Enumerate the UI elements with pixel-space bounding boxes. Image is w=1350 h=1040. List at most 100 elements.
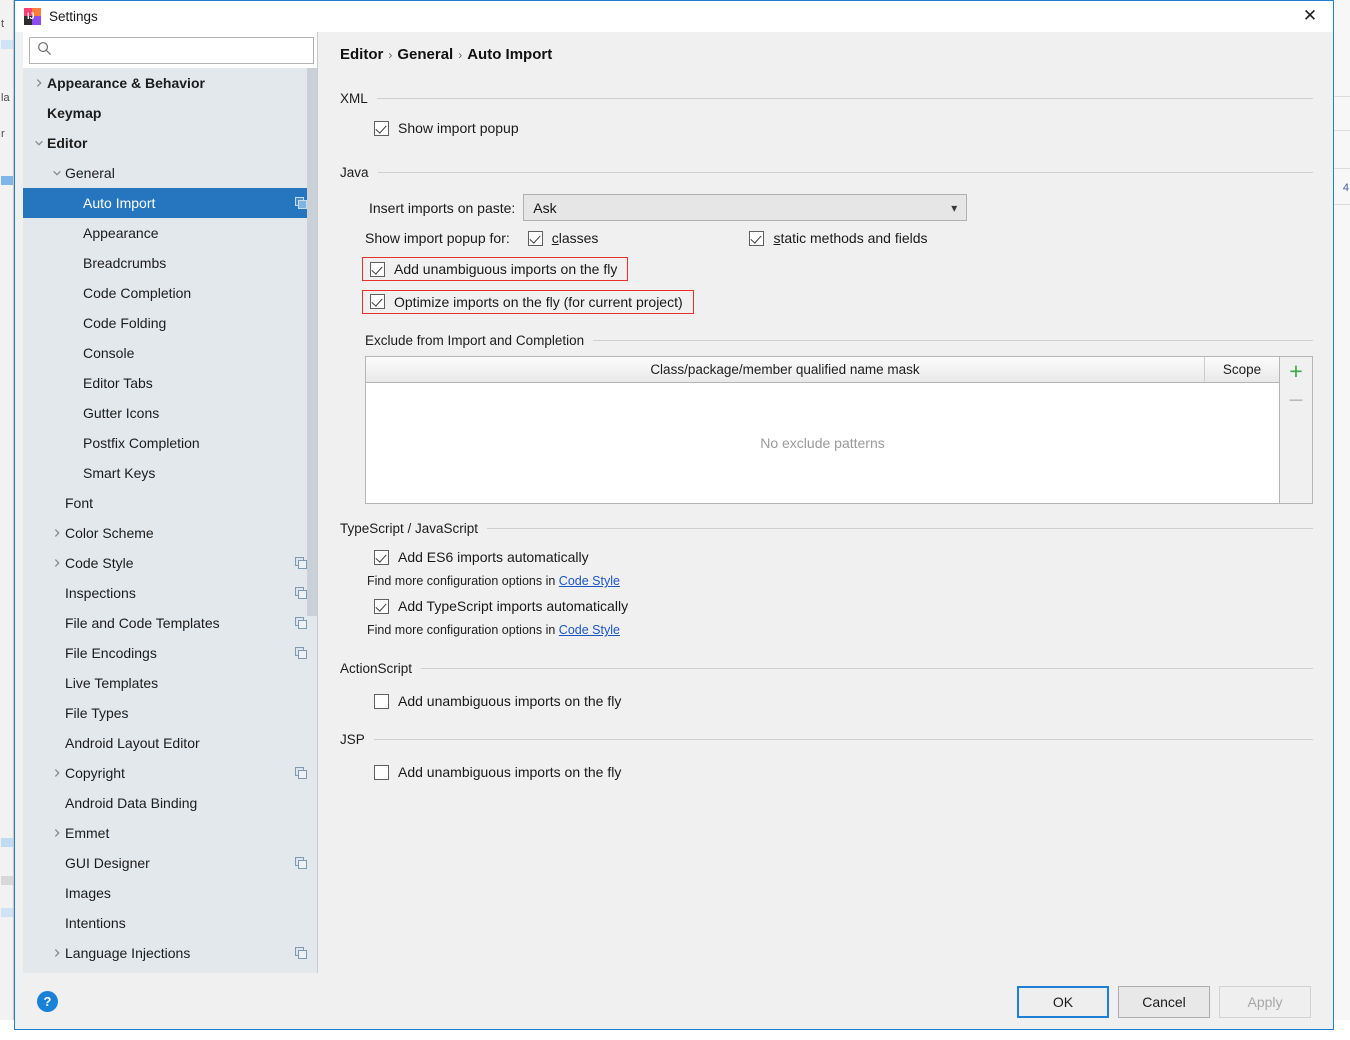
- add-exclude-pattern-button[interactable]: +: [1289, 361, 1302, 381]
- sidebar-item-label: Editor Tabs: [83, 375, 308, 391]
- checkbox-add-ts[interactable]: [374, 599, 389, 614]
- checkbox-label-java-optimize-imports: Optimize imports on the fly (for current…: [394, 294, 683, 310]
- checkbox-xml-show-import-popup[interactable]: [374, 121, 389, 136]
- checkbox-row-java-add-unambiguous[interactable]: Add unambiguous imports on the fly: [362, 257, 628, 281]
- checkbox-row-actionscript-add-unambiguous[interactable]: Add unambiguous imports on the fly: [374, 693, 1313, 709]
- checkbox-java-optimize-imports[interactable]: [370, 294, 385, 309]
- sidebar-item-code-completion[interactable]: Code Completion: [23, 278, 318, 308]
- sidebar-item-language-injections[interactable]: Language Injections: [23, 938, 318, 968]
- checkbox-java-static-methods[interactable]: [749, 231, 764, 246]
- highlight-wrapper-add-unambiguous: Add unambiguous imports on the fly: [362, 257, 1313, 282]
- exclude-table-grid: Class/package/member qualified name mask…: [366, 357, 1279, 503]
- sidebar-item-file-types[interactable]: File Types: [23, 698, 318, 728]
- sidebar-item-color-scheme[interactable]: Color Scheme: [23, 518, 318, 548]
- code-style-link-es6[interactable]: Code Style: [559, 574, 620, 588]
- sidebar-item-code-folding[interactable]: Code Folding: [23, 308, 318, 338]
- sidebar-item-android-data-binding[interactable]: Android Data Binding: [23, 788, 318, 818]
- breadcrumb-part-2[interactable]: Auto Import: [467, 46, 552, 63]
- breadcrumb: Editor › General › Auto Import: [340, 32, 1313, 69]
- column-header-mask[interactable]: Class/package/member qualified name mask: [366, 357, 1205, 382]
- checkbox-row-add-ts[interactable]: Add TypeScript imports automatically: [374, 598, 1313, 614]
- sidebar-item-general[interactable]: General: [23, 158, 318, 188]
- checkbox-row-xml-show-import-popup[interactable]: Show import popup: [374, 120, 1313, 136]
- checkbox-add-es6[interactable]: [374, 550, 389, 565]
- sidebar-item-console[interactable]: Console: [23, 338, 318, 368]
- chevron-right-icon[interactable]: [31, 78, 47, 88]
- chevron-down-icon[interactable]: [49, 168, 65, 178]
- section-title-exclude: Exclude from Import and Completion: [365, 333, 584, 348]
- checkbox-label-java-add-unambiguous: Add unambiguous imports on the fly: [394, 261, 617, 277]
- exclude-table[interactable]: Class/package/member qualified name mask…: [365, 356, 1313, 504]
- backdrop-left-text-2: r: [1, 128, 14, 140]
- checkbox-java-add-unambiguous[interactable]: [370, 262, 385, 277]
- checkbox-actionscript-add-unambiguous[interactable]: [374, 694, 389, 709]
- checkbox-row-jsp-add-unambiguous[interactable]: Add unambiguous imports on the fly: [374, 764, 1313, 780]
- remove-exclude-pattern-button[interactable]: –: [1290, 391, 1303, 405]
- sidebar-item-file-and-code-templates[interactable]: File and Code Templates: [23, 608, 318, 638]
- section-header-typescript: TypeScript / JavaScript: [340, 521, 1313, 536]
- chevron-right-icon[interactable]: [49, 528, 65, 538]
- backdrop-left-text-1: la: [1, 92, 14, 104]
- sidebar-item-editor-tabs[interactable]: Editor Tabs: [23, 368, 318, 398]
- ok-button[interactable]: OK: [1017, 986, 1109, 1018]
- checkbox-label-java-static-methods-rest: tatic methods and fields: [780, 230, 927, 246]
- backdrop-right-row-0: [1332, 96, 1350, 97]
- breadcrumb-part-0[interactable]: Editor: [340, 46, 383, 63]
- sidebar-item-font[interactable]: Font: [23, 488, 318, 518]
- sidebar-item-label: Code Style: [65, 555, 295, 571]
- search-input[interactable]: [58, 42, 298, 59]
- hint-es6-text: Find more configuration options in: [367, 574, 555, 588]
- chevron-right-icon[interactable]: [49, 828, 65, 838]
- sidebar-item-label: GUI Designer: [65, 855, 295, 871]
- sidebar-item-file-encodings[interactable]: File Encodings: [23, 638, 318, 668]
- checkbox-label-jsp-add-unambiguous: Add unambiguous imports on the fly: [398, 764, 621, 780]
- sidebar-item-gui-designer[interactable]: GUI Designer: [23, 848, 318, 878]
- sidebar-item-label: Breadcrumbs: [83, 255, 308, 271]
- dialog-body: Appearance & Behavior Keymap Editor General…: [15, 32, 1333, 973]
- sidebar-item-smart-keys[interactable]: Smart Keys: [23, 458, 318, 488]
- sidebar-item-appearance-behavior[interactable]: Appearance & Behavior: [23, 68, 318, 98]
- checkbox-row-java-optimize-imports[interactable]: Optimize imports on the fly (for current…: [362, 290, 694, 314]
- sidebar-item-label: Editor: [47, 135, 308, 151]
- sidebar-item-label: Appearance & Behavior: [47, 75, 308, 91]
- intellij-idea-icon: IJ: [24, 8, 41, 25]
- insert-imports-dropdown[interactable]: Ask ▾: [523, 194, 967, 221]
- section-header-jsp: JSP: [340, 732, 1313, 747]
- checkbox-row-add-es6[interactable]: Add ES6 imports automatically: [374, 549, 1313, 565]
- chevron-right-icon[interactable]: [49, 768, 65, 778]
- cancel-button[interactable]: Cancel: [1118, 986, 1210, 1018]
- search-box[interactable]: [29, 37, 314, 64]
- chevron-right-icon[interactable]: [49, 558, 65, 568]
- sidebar-item-gutter-icons[interactable]: Gutter Icons: [23, 398, 318, 428]
- checkbox-java-classes[interactable]: [528, 231, 543, 246]
- settings-tree[interactable]: Appearance & Behavior Keymap Editor General…: [23, 68, 318, 973]
- sidebar-item-postfix-completion[interactable]: Postfix Completion: [23, 428, 318, 458]
- code-style-link-ts[interactable]: Code Style: [559, 623, 620, 637]
- sidebar-item-keymap[interactable]: Keymap: [23, 98, 318, 128]
- chevron-right-icon[interactable]: [49, 948, 65, 958]
- breadcrumb-separator-0: ›: [388, 48, 392, 62]
- sidebar-item-images[interactable]: Images: [23, 878, 318, 908]
- dialog-footer: ? OK Cancel Apply: [15, 973, 1333, 1029]
- breadcrumb-part-1[interactable]: General: [397, 46, 453, 63]
- sidebar-item-editor[interactable]: Editor: [23, 128, 318, 158]
- sidebar-item-copyright[interactable]: Copyright: [23, 758, 318, 788]
- sidebar-item-intentions[interactable]: Intentions: [23, 908, 318, 938]
- section-rule-typescript: [487, 528, 1313, 529]
- close-icon[interactable]: ✕: [1287, 1, 1333, 31]
- sidebar-item-live-templates[interactable]: Live Templates: [23, 668, 318, 698]
- help-icon[interactable]: ?: [37, 991, 58, 1012]
- sidebar-item-auto-import[interactable]: Auto Import: [23, 188, 318, 218]
- section-title-typescript: TypeScript / JavaScript: [340, 521, 478, 536]
- sidebar-item-breadcrumbs[interactable]: Breadcrumbs: [23, 248, 318, 278]
- sidebar-item-emmet[interactable]: Emmet: [23, 818, 318, 848]
- sidebar-item-code-style[interactable]: Code Style: [23, 548, 318, 578]
- sidebar-item-inspections[interactable]: Inspections: [23, 578, 318, 608]
- column-header-scope[interactable]: Scope: [1205, 357, 1279, 382]
- apply-button[interactable]: Apply: [1219, 986, 1311, 1018]
- checkbox-jsp-add-unambiguous[interactable]: [374, 765, 389, 780]
- sidebar-item-android-layout-editor[interactable]: Android Layout Editor: [23, 728, 318, 758]
- sidebar-item-appearance[interactable]: Appearance: [23, 218, 318, 248]
- chevron-down-icon[interactable]: [31, 138, 47, 148]
- exclude-table-header: Class/package/member qualified name mask…: [366, 357, 1279, 383]
